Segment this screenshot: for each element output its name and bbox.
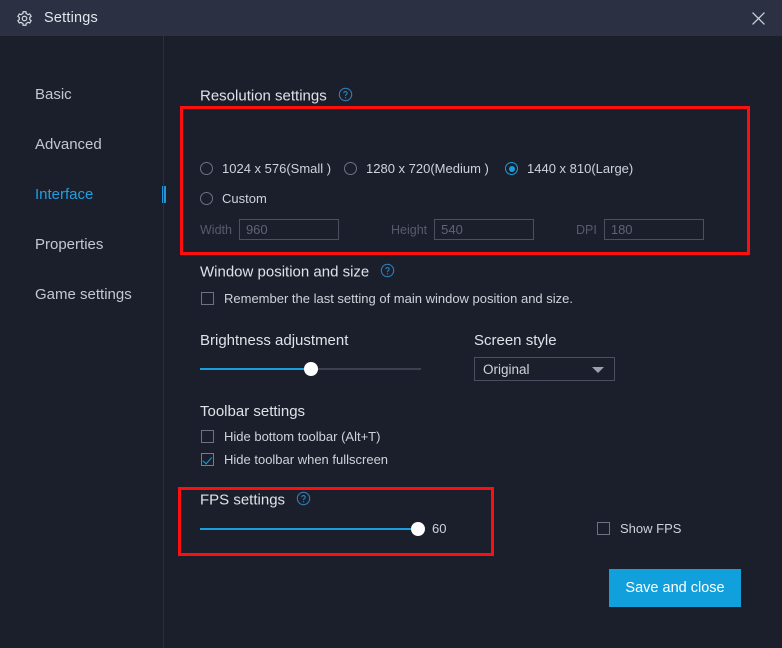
window-position-heading: Window position and size (200, 263, 395, 282)
radio-resolution-1440x810[interactable]: 1440 x 810(Large) (505, 161, 633, 176)
radio-indicator (200, 162, 213, 175)
radio-label: 1024 x 576(Small ) (222, 161, 332, 176)
checkbox-label: Show FPS (620, 521, 682, 536)
checkbox-remember-window-position[interactable]: Remember the last setting of main window… (201, 291, 573, 306)
radio-label: Custom (222, 191, 267, 206)
dpi-input[interactable]: 180 (603, 219, 704, 240)
help-circle-icon[interactable] (296, 491, 311, 510)
checkbox-label: Remember the last setting of main window… (224, 291, 574, 306)
dpi-label: DPI (576, 222, 597, 237)
window-title: Settings (44, 10, 98, 26)
fps-value: 60 (432, 521, 447, 536)
checkbox-indicator (201, 292, 214, 305)
radio-label: 1440 x 810(Large) (527, 161, 634, 176)
checkbox-indicator (201, 430, 214, 443)
height-input[interactable]: 540 (434, 219, 535, 240)
sidebar-item-label: Properties (35, 235, 104, 253)
fps-settings-title: FPS settings (200, 491, 286, 509)
height-field-group[interactable]: Height 540 (391, 219, 535, 240)
checkbox-hide-bottom-toolbar[interactable]: Hide bottom toolbar (Alt+T) (201, 429, 380, 444)
checkbox-indicator (201, 453, 214, 466)
slider-fill (200, 368, 311, 370)
checkbox-hide-toolbar-fullscreen[interactable]: Hide toolbar when fullscreen (201, 452, 388, 467)
chevron-down-icon (592, 367, 604, 373)
radio-indicator (200, 192, 213, 205)
dialog-body: Basic Advanced Interface Properties Game… (0, 36, 782, 648)
width-field-group[interactable]: Width 960 (200, 219, 339, 240)
checkbox-label: Hide bottom toolbar (Alt+T) (224, 429, 381, 444)
gear-icon (15, 9, 33, 27)
screen-style-dropdown[interactable]: Original (474, 357, 615, 381)
brightness-heading: Brightness adjustment (200, 332, 348, 349)
sidebar-item-properties[interactable]: Properties (0, 231, 163, 257)
sidebar-item-advanced[interactable]: Advanced (0, 131, 163, 157)
screen-style-title: Screen style (474, 332, 557, 349)
width-input[interactable]: 960 (238, 219, 339, 240)
resolution-settings-title: Resolution settings (200, 87, 327, 105)
close-icon[interactable] (734, 0, 782, 36)
fps-slider[interactable] (200, 521, 425, 537)
screen-style-value: Original (483, 361, 530, 377)
help-circle-icon[interactable] (338, 87, 353, 106)
checkbox-show-fps[interactable]: Show FPS (597, 521, 681, 536)
brightness-slider[interactable] (200, 361, 421, 377)
toolbar-settings-heading: Toolbar settings (200, 403, 305, 420)
settings-panel: Resolution settings 1024 x 576(Small ) 1… (164, 36, 782, 648)
title-bar: Settings (0, 0, 782, 36)
sidebar-item-label: Basic (35, 85, 72, 103)
radio-resolution-1280x720[interactable]: 1280 x 720(Medium ) (344, 161, 489, 176)
sidebar: Basic Advanced Interface Properties Game… (0, 36, 166, 648)
fps-settings-heading: FPS settings (200, 491, 311, 510)
checkbox-label: Hide toolbar when fullscreen (224, 452, 389, 467)
save-and-close-button[interactable]: Save and close (609, 569, 741, 607)
checkbox-indicator (597, 522, 610, 535)
radio-label: 1280 x 720(Medium ) (366, 161, 489, 176)
sidebar-item-interface[interactable]: Interface (0, 181, 163, 207)
radio-resolution-1024x576[interactable]: 1024 x 576(Small ) (200, 161, 331, 176)
sidebar-item-label: Interface (35, 185, 94, 203)
sidebar-item-basic[interactable]: Basic (0, 81, 163, 107)
width-label: Width (200, 222, 232, 237)
screen-style-heading: Screen style (474, 332, 557, 349)
radio-indicator (344, 162, 357, 175)
resolution-settings-heading: Resolution settings (200, 87, 353, 106)
radio-resolution-custom[interactable]: Custom (200, 191, 267, 206)
slider-fill (200, 528, 418, 530)
window-position-title: Window position and size (200, 263, 370, 281)
help-circle-icon[interactable] (380, 263, 395, 282)
sidebar-item-label: Advanced (35, 135, 102, 153)
toolbar-settings-title: Toolbar settings (200, 403, 306, 420)
height-label: Height (391, 222, 428, 237)
slider-thumb[interactable] (411, 522, 425, 536)
sidebar-item-game-settings[interactable]: Game settings (0, 281, 163, 307)
sidebar-item-label: Game settings (35, 285, 132, 303)
radio-indicator (505, 162, 518, 175)
brightness-title: Brightness adjustment (200, 332, 349, 349)
dpi-field-group[interactable]: DPI 180 (576, 219, 704, 240)
slider-thumb[interactable] (303, 362, 318, 376)
